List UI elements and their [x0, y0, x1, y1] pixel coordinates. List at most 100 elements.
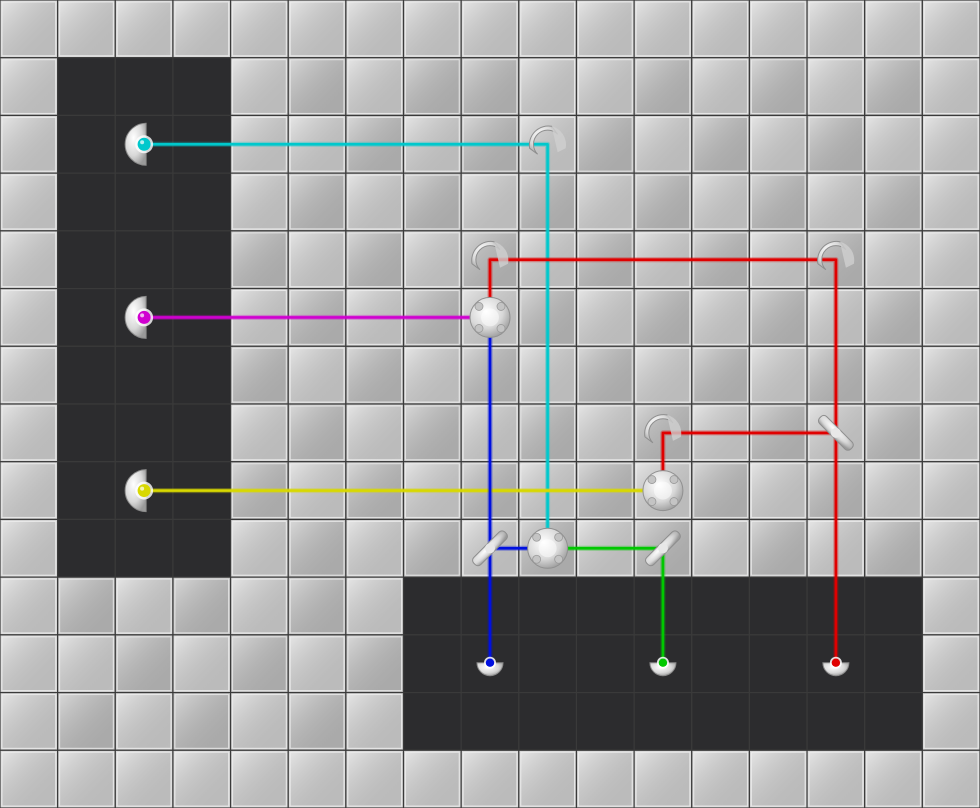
board-tile[interactable] [114, 518, 174, 578]
board-tile[interactable] [57, 634, 116, 694]
board-tile[interactable] [229, 403, 289, 463]
board-tile[interactable] [229, 634, 289, 694]
board-tile[interactable] [806, 749, 866, 808]
board-tile[interactable] [345, 57, 405, 117]
board-tile[interactable] [345, 576, 405, 636]
board-tile[interactable] [229, 345, 289, 405]
board-tile[interactable] [229, 57, 289, 117]
board-tile[interactable] [921, 749, 980, 808]
board-tile[interactable] [172, 172, 232, 232]
board-tile[interactable] [864, 518, 923, 578]
board-tile[interactable] [57, 114, 116, 174]
board-tile[interactable] [921, 461, 980, 521]
board-tile[interactable] [345, 0, 405, 59]
board-tile[interactable] [287, 518, 347, 578]
board-tile[interactable] [575, 172, 635, 232]
board-tile[interactable] [575, 0, 635, 59]
board-tile[interactable] [0, 172, 59, 232]
board-tile[interactable] [287, 749, 347, 808]
board-tile[interactable] [0, 691, 59, 751]
board-tile[interactable] [57, 691, 116, 751]
board-tile[interactable] [172, 230, 232, 290]
board-tile[interactable] [114, 172, 174, 232]
board-tile[interactable] [864, 403, 923, 463]
board-tile[interactable] [57, 0, 116, 59]
board-tile[interactable] [0, 0, 59, 59]
board-tile[interactable] [633, 691, 693, 751]
board-tile[interactable] [229, 0, 289, 59]
board-tile[interactable] [748, 749, 808, 808]
board-tile[interactable] [748, 634, 808, 694]
board-tile[interactable] [0, 287, 59, 347]
board-tile[interactable] [518, 0, 578, 59]
board-tile[interactable] [172, 518, 232, 578]
board-tile[interactable] [114, 0, 174, 59]
board-tile[interactable] [345, 634, 405, 694]
board-tile[interactable] [57, 403, 116, 463]
board-tile[interactable] [172, 749, 232, 808]
board-tile[interactable] [57, 576, 116, 636]
board-tile[interactable] [345, 749, 405, 808]
board-tile[interactable] [633, 172, 693, 232]
board-tile[interactable] [691, 287, 751, 347]
board-tile[interactable] [0, 403, 59, 463]
board-tile[interactable] [518, 749, 578, 808]
board-tile[interactable] [864, 57, 923, 117]
board-tile[interactable] [864, 749, 923, 808]
splitter-yellow[interactable] [642, 470, 684, 512]
board-tile[interactable] [114, 230, 174, 290]
board-tile[interactable] [921, 0, 980, 59]
board-tile[interactable] [57, 57, 116, 117]
board-tile[interactable] [575, 576, 635, 636]
board-tile[interactable] [691, 576, 751, 636]
board-tile[interactable] [921, 518, 980, 578]
board-tile[interactable] [345, 345, 405, 405]
board-tile[interactable] [402, 0, 462, 59]
board-tile[interactable] [460, 0, 520, 59]
board-tile[interactable] [864, 172, 923, 232]
board-tile[interactable] [806, 114, 866, 174]
board-tile[interactable] [172, 403, 232, 463]
board-tile[interactable] [0, 749, 59, 808]
board-tile[interactable] [748, 172, 808, 232]
board-tile[interactable] [172, 0, 232, 59]
board-tile[interactable] [229, 749, 289, 808]
board-tile[interactable] [921, 345, 980, 405]
combiner-cyan[interactable] [527, 527, 569, 569]
board-tile[interactable] [748, 518, 808, 578]
board-tile[interactable] [57, 345, 116, 405]
board-tile[interactable] [287, 403, 347, 463]
board-tile[interactable] [57, 461, 116, 521]
board-tile[interactable] [0, 57, 59, 117]
board-tile[interactable] [345, 172, 405, 232]
board-tile[interactable] [748, 461, 808, 521]
board-tile[interactable] [633, 345, 693, 405]
board-tile[interactable] [691, 691, 751, 751]
board-tile[interactable] [921, 230, 980, 290]
board-tile[interactable] [460, 691, 520, 751]
board-tile[interactable] [57, 230, 116, 290]
board-tile[interactable] [691, 749, 751, 808]
board-tile[interactable] [575, 287, 635, 347]
board-tile[interactable] [691, 461, 751, 521]
board-tile[interactable] [864, 576, 923, 636]
board-tile[interactable] [172, 691, 232, 751]
board-tile[interactable] [921, 287, 980, 347]
board-tile[interactable] [864, 114, 923, 174]
board-tile[interactable] [57, 749, 116, 808]
board-tile[interactable] [172, 634, 232, 694]
board-tile[interactable] [287, 57, 347, 117]
board-tile[interactable] [229, 172, 289, 232]
board-tile[interactable] [229, 576, 289, 636]
board-tile[interactable] [0, 114, 59, 174]
board-tile[interactable] [345, 403, 405, 463]
board-tile[interactable] [748, 576, 808, 636]
board-tile[interactable] [172, 576, 232, 636]
board-tile[interactable] [114, 576, 174, 636]
board-tile[interactable] [0, 518, 59, 578]
board-tile[interactable] [287, 230, 347, 290]
board-tile[interactable] [748, 57, 808, 117]
board-tile[interactable] [806, 57, 866, 117]
board-tile[interactable] [691, 0, 751, 59]
board-tile[interactable] [345, 518, 405, 578]
